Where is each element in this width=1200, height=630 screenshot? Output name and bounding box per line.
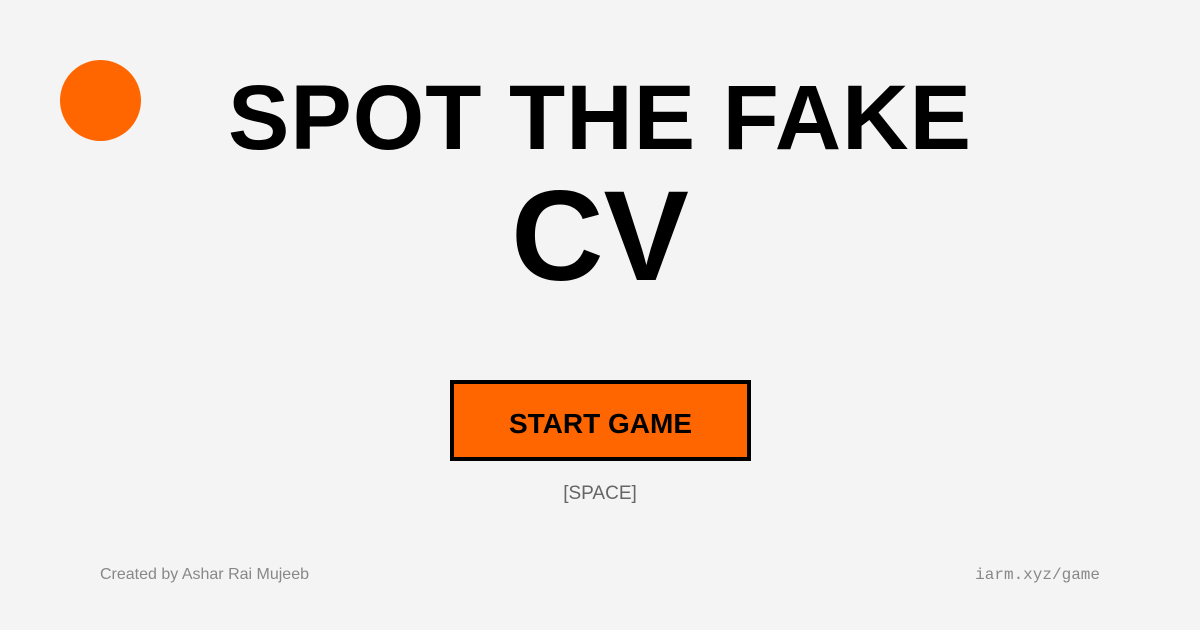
start-game-button[interactable]: START GAME <box>450 380 751 461</box>
space-key-hint: [SPACE] <box>563 483 637 504</box>
author-credit: Created by Ashar Rai Mujeeb <box>100 566 309 583</box>
title-line-2: CV <box>511 165 689 308</box>
title-line-1: SPOT THE FAKE <box>228 67 972 169</box>
site-url: iarm.xyz/game <box>975 566 1100 584</box>
